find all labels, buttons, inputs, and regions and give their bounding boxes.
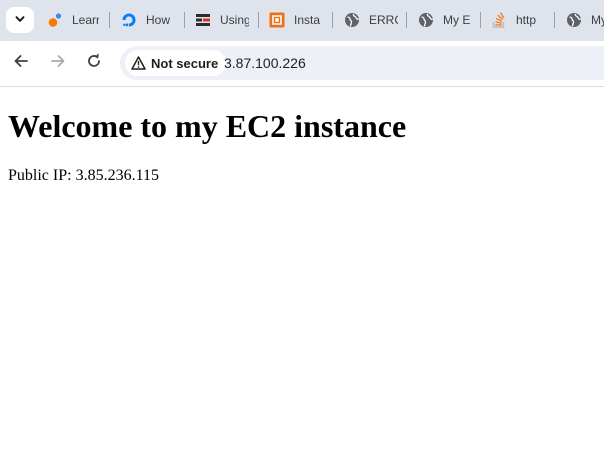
tab-my-e[interactable]: My E xyxy=(418,8,470,32)
security-chip[interactable]: Not secure xyxy=(125,50,227,76)
public-ip-text: Public IP: 3.85.236.115 xyxy=(8,167,159,184)
tab-errc[interactable]: ERRC xyxy=(344,8,398,32)
tab-how[interactable]: How xyxy=(121,8,176,32)
tab-learn[interactable]: Learn xyxy=(47,8,99,32)
tab-using[interactable]: Using xyxy=(195,8,249,32)
tab-label: My xyxy=(591,13,604,27)
tab-separator xyxy=(480,12,481,28)
digitalocean-favicon-icon xyxy=(121,12,137,28)
tab-label: Learn xyxy=(72,13,99,27)
tab-label: How xyxy=(146,13,171,27)
reload-button[interactable] xyxy=(81,50,107,76)
tab-label: http xyxy=(516,13,537,27)
stackoverflow-favicon-icon xyxy=(491,12,507,28)
tab-search-button[interactable] xyxy=(6,7,34,33)
tab-my[interactable]: My xyxy=(566,8,604,32)
chevron-down-icon xyxy=(14,13,26,28)
tab-http[interactable]: http xyxy=(491,8,545,32)
security-label: Not secure xyxy=(151,55,219,71)
tab-separator xyxy=(258,12,259,28)
arrow-left-icon xyxy=(13,53,29,74)
tab-separator xyxy=(406,12,407,28)
arrow-right-icon xyxy=(50,53,66,74)
tab-label: Using xyxy=(220,13,249,27)
forward-button[interactable] xyxy=(45,50,71,76)
back-button[interactable] xyxy=(8,50,34,76)
address-bar[interactable]: Not secure 3.87.100.226 xyxy=(120,46,604,80)
page-content: Welcome to my EC2 instance Public IP: 3.… xyxy=(0,87,604,470)
tab-label: Insta xyxy=(294,13,321,27)
page-heading: Welcome to my EC2 instance xyxy=(8,108,407,144)
globe-icon xyxy=(344,12,360,28)
tab-separator xyxy=(554,12,555,28)
tab-separator xyxy=(109,12,110,28)
browser-toolbar: Not secure 3.87.100.226 xyxy=(0,41,604,87)
reload-icon xyxy=(86,52,102,74)
using-favicon-icon xyxy=(195,12,211,28)
warning-icon xyxy=(131,56,146,70)
tab-insta[interactable]: Insta xyxy=(269,8,321,32)
globe-icon xyxy=(418,12,434,28)
tab-separator xyxy=(184,12,185,28)
tab-label: My E xyxy=(443,13,470,27)
tab-label: ERRC xyxy=(369,13,398,27)
url-text[interactable]: 3.87.100.226 xyxy=(224,55,306,71)
tab-strip: Learn How Using xyxy=(0,0,604,41)
globe-icon xyxy=(566,12,582,28)
learn-favicon-icon xyxy=(47,12,63,28)
aws-favicon-icon xyxy=(269,12,285,28)
tab-separator xyxy=(332,12,333,28)
